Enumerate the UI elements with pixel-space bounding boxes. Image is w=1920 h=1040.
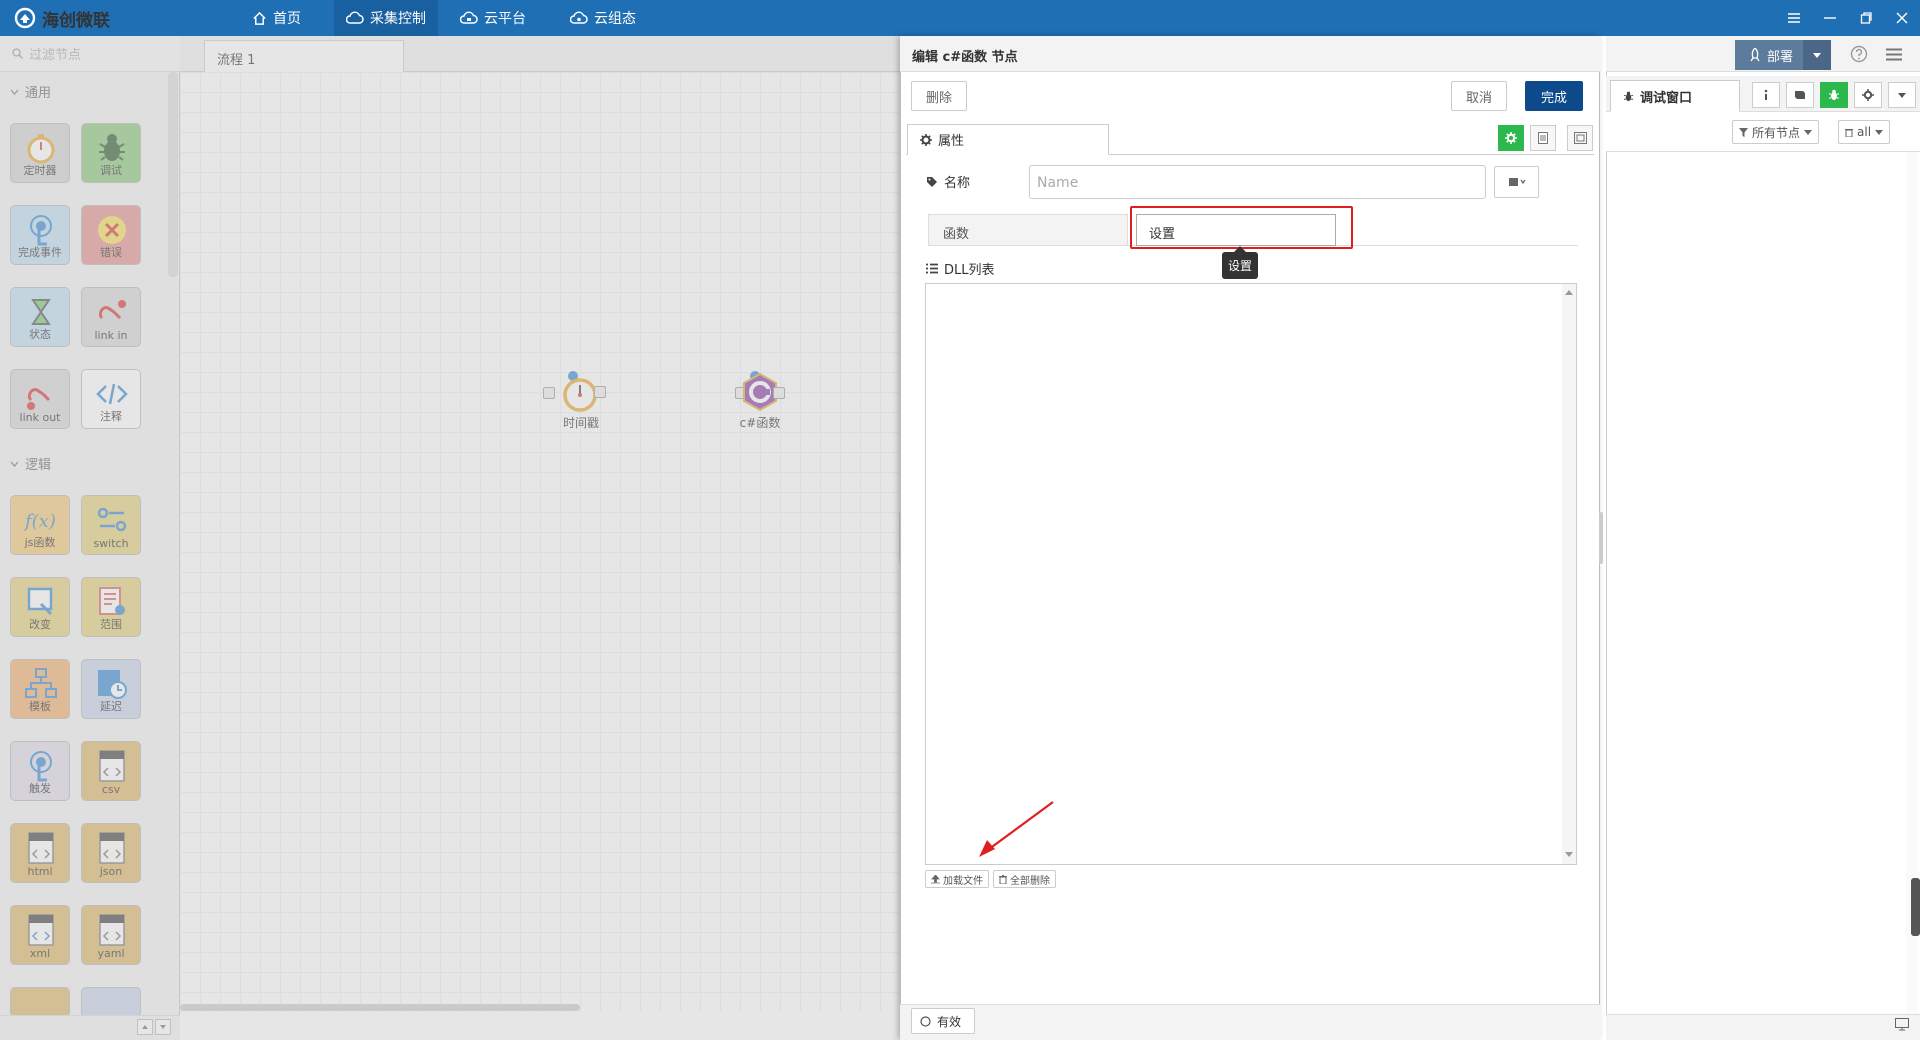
info-icon bbox=[1763, 89, 1769, 101]
caret-down-icon bbox=[1804, 129, 1813, 135]
delete-button[interactable]: 删除 bbox=[911, 81, 967, 111]
highlight-box bbox=[1130, 206, 1353, 249]
dll-list-label: DLL列表 bbox=[926, 259, 995, 278]
settings-gear-button[interactable] bbox=[1498, 125, 1524, 151]
nav-label: 采集控制 bbox=[370, 11, 426, 27]
tab-function[interactable]: 函数 bbox=[928, 214, 1128, 246]
gear-icon bbox=[920, 133, 932, 146]
editor-footer bbox=[900, 1004, 1600, 1040]
tag-icon bbox=[926, 176, 938, 188]
bug-icon bbox=[1828, 89, 1840, 101]
tab-label: 属性 bbox=[938, 134, 965, 149]
brand-name: 海创微联 bbox=[42, 10, 110, 31]
button-label: 全部删除 bbox=[1010, 875, 1050, 887]
restore-icon[interactable] bbox=[1848, 0, 1884, 36]
document-icon bbox=[1538, 132, 1548, 144]
cloud-config-icon bbox=[570, 11, 588, 26]
description-button[interactable] bbox=[1530, 125, 1556, 151]
rocket-icon bbox=[1749, 48, 1761, 62]
name-input[interactable]: Name bbox=[1029, 165, 1486, 199]
circle-icon bbox=[920, 1015, 931, 1027]
gear-icon bbox=[1862, 89, 1874, 101]
filter-icon bbox=[1739, 127, 1748, 137]
filter-nodes-dropdown[interactable]: 所有节点 bbox=[1732, 120, 1820, 144]
tab-label: 调试窗口 bbox=[1640, 90, 1693, 106]
trash-icon bbox=[1845, 128, 1853, 137]
done-button[interactable]: 完成 bbox=[1525, 81, 1583, 111]
book-icon bbox=[1794, 90, 1806, 100]
upload-icon bbox=[931, 874, 940, 884]
caret-down-icon bbox=[1875, 129, 1884, 135]
enabled-toggle[interactable]: 有效 bbox=[911, 1008, 975, 1034]
nav-cloud-config[interactable]: 云组态 bbox=[558, 0, 648, 36]
frame-icon bbox=[1573, 132, 1587, 144]
button-label: 部署 bbox=[1767, 49, 1794, 65]
nav-label: 云平台 bbox=[484, 11, 526, 27]
caret-down-icon bbox=[1898, 92, 1906, 98]
tab-properties[interactable]: 属性 bbox=[907, 124, 1109, 155]
nav-cloud-platform[interactable]: 云平台 bbox=[448, 0, 538, 36]
annotation-arrow-icon bbox=[975, 800, 1055, 860]
info-button[interactable] bbox=[1752, 82, 1780, 108]
sidebar-footer bbox=[1606, 1014, 1920, 1040]
splitter-handle[interactable] bbox=[1599, 512, 1603, 564]
close-icon[interactable] bbox=[1884, 0, 1920, 36]
clear-all-dropdown[interactable]: all bbox=[1838, 120, 1891, 144]
dll-list-scrollbar[interactable] bbox=[1562, 284, 1576, 864]
nav-collect-control[interactable]: 采集控制 bbox=[334, 0, 438, 36]
button-label: 加载文件 bbox=[943, 875, 983, 887]
sidebar bbox=[1606, 36, 1920, 1040]
menu-icon[interactable] bbox=[1776, 0, 1812, 36]
deploy-dropdown[interactable] bbox=[1803, 40, 1831, 70]
library-button[interactable] bbox=[1494, 166, 1539, 198]
delete-all-button[interactable]: 全部删除 bbox=[993, 870, 1056, 888]
cloud-control-icon bbox=[346, 11, 364, 26]
caret-down-icon bbox=[1813, 52, 1821, 58]
tab-debug[interactable]: 调试窗口 bbox=[1610, 80, 1740, 112]
tooltip: 设置 bbox=[1222, 252, 1258, 279]
nav-label: 云组态 bbox=[594, 11, 636, 27]
book-icon bbox=[1508, 177, 1526, 187]
help-book-button[interactable] bbox=[1786, 82, 1814, 108]
gear-icon bbox=[1505, 132, 1517, 144]
cloud-platform-icon bbox=[460, 11, 478, 26]
minimize-icon[interactable] bbox=[1812, 0, 1848, 36]
load-file-button[interactable]: 加载文件 bbox=[925, 870, 989, 888]
scroll-down-icon[interactable] bbox=[1565, 852, 1573, 857]
home-icon bbox=[252, 11, 267, 26]
label-text: 名称 bbox=[944, 176, 971, 191]
editor-title: 编辑 c#函数 节点 bbox=[900, 36, 1600, 72]
label-text: DLL列表 bbox=[944, 263, 995, 278]
help-icon[interactable] bbox=[1850, 45, 1868, 63]
name-field-label: 名称 bbox=[926, 172, 970, 191]
list-icon bbox=[926, 263, 938, 274]
modal-overlay bbox=[0, 36, 900, 1040]
bug-icon bbox=[1623, 91, 1634, 102]
config-button[interactable] bbox=[1854, 82, 1882, 108]
side-handle[interactable] bbox=[1911, 878, 1920, 936]
dropdown-label: 所有节点 bbox=[1752, 125, 1801, 140]
brand-logo-icon bbox=[14, 7, 36, 29]
trash-icon bbox=[999, 874, 1007, 884]
cancel-button[interactable]: 取消 bbox=[1451, 81, 1507, 111]
appearance-button[interactable] bbox=[1567, 125, 1593, 151]
nav-home[interactable]: 首页 bbox=[240, 0, 313, 36]
scroll-up-icon[interactable] bbox=[1565, 290, 1573, 295]
toggle-label: 有效 bbox=[937, 1014, 962, 1029]
brand[interactable]: 海创微联 bbox=[14, 0, 110, 36]
dll-list[interactable] bbox=[925, 283, 1577, 865]
dropdown-label: all bbox=[1857, 125, 1872, 139]
nav-label: 首页 bbox=[273, 11, 301, 27]
monitor-icon[interactable] bbox=[1895, 1018, 1909, 1031]
hamburger-menu-icon[interactable] bbox=[1886, 48, 1902, 61]
debug-button[interactable] bbox=[1820, 82, 1848, 108]
sidebar-dropdown[interactable] bbox=[1888, 82, 1916, 108]
